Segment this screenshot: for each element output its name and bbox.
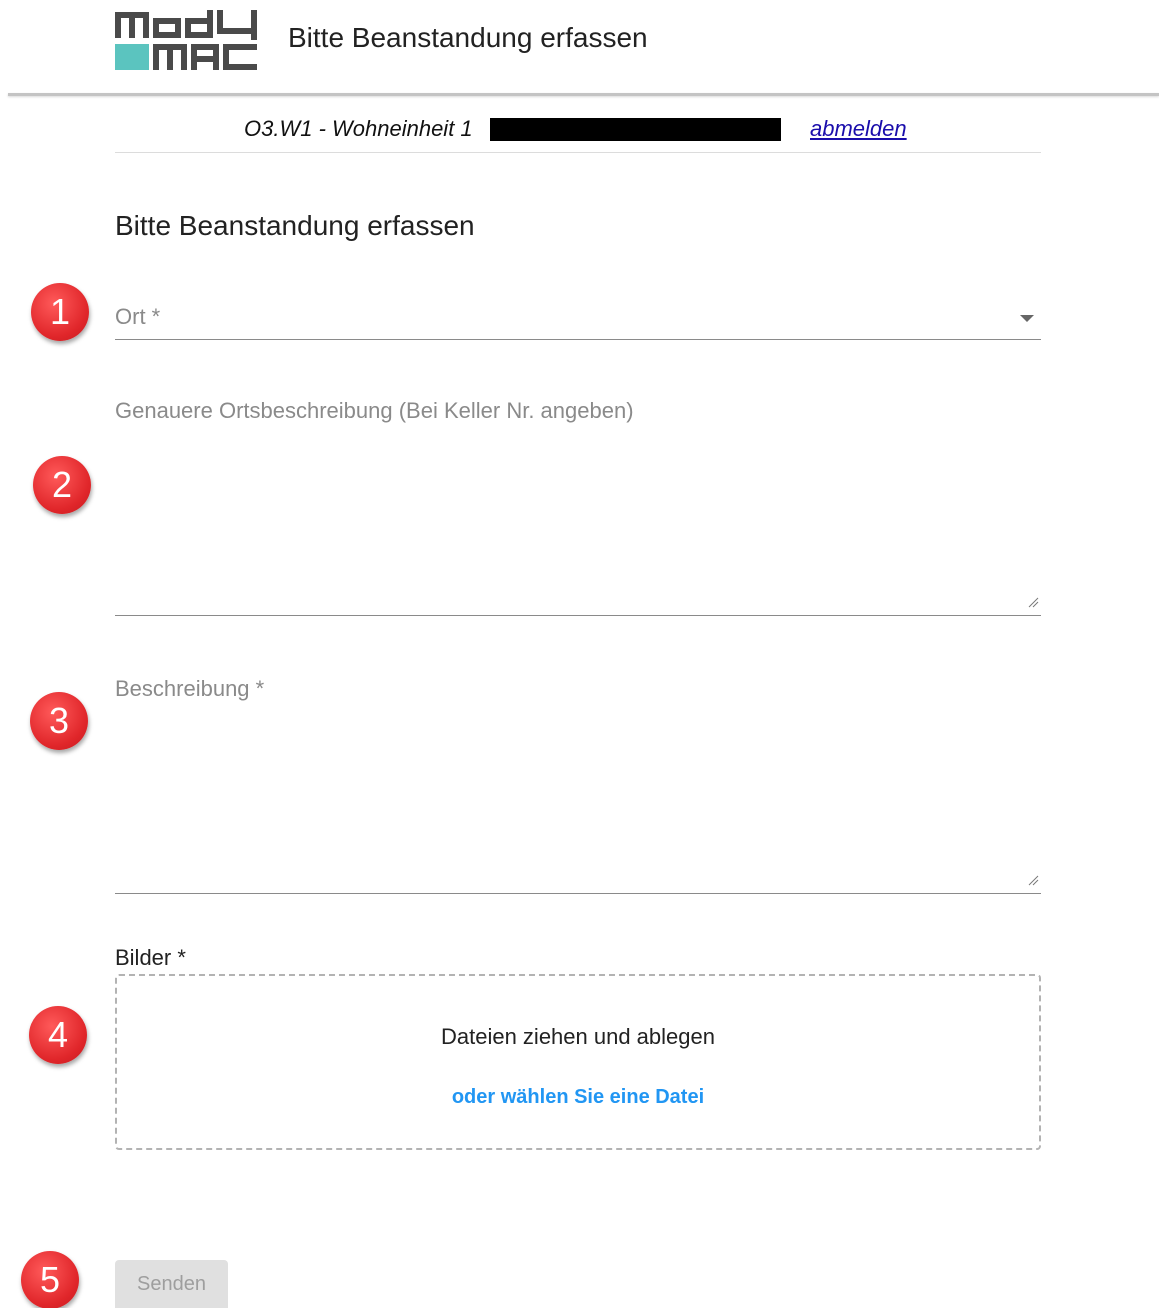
description-textarea[interactable]: Beschreibung * bbox=[115, 670, 1041, 893]
ort-select[interactable]: Ort * bbox=[115, 295, 1041, 340]
step-badge-1: 1 bbox=[31, 283, 89, 341]
location-description-underline bbox=[115, 615, 1041, 616]
page: Bitte Beanstandung erfassen O3.W1 - Wohn… bbox=[0, 0, 1159, 1308]
step-badge-3: 3 bbox=[30, 692, 88, 750]
redacted-name bbox=[490, 118, 781, 141]
resize-handle-icon[interactable] bbox=[1027, 874, 1039, 886]
choose-file-link[interactable]: oder wählen Sie eine Datei bbox=[117, 1086, 1039, 1109]
app-title: Bitte Beanstandung erfassen bbox=[288, 22, 648, 53]
step-badge-5: 5 bbox=[21, 1251, 79, 1308]
resize-handle-icon[interactable] bbox=[1027, 596, 1039, 608]
file-dropzone[interactable]: Dateien ziehen und ablegen oder wählen S… bbox=[115, 974, 1041, 1150]
description-label: Beschreibung * bbox=[115, 676, 265, 701]
step-badge-4: 4 bbox=[29, 1006, 87, 1064]
ort-label: Ort * bbox=[115, 304, 161, 329]
description-underline bbox=[115, 893, 1041, 894]
drop-text: Dateien ziehen und ablegen bbox=[440, 1024, 715, 1049]
submit-button[interactable]: Senden bbox=[115, 1260, 228, 1308]
app-header: Bitte Beanstandung erfassen bbox=[0, 0, 1159, 96]
header-divider bbox=[8, 93, 1159, 96]
ort-underline bbox=[115, 339, 1041, 340]
location-description-textarea[interactable]: Genauere Ortsbeschreibung (Bei Keller Nr… bbox=[115, 392, 1041, 615]
unit-bar: O3.W1 - Wohneinheit 1 abmelden bbox=[115, 112, 1041, 153]
location-description-label: Genauere Ortsbeschreibung (Bei Keller Nr… bbox=[115, 398, 634, 423]
unit-label: O3.W1 - Wohneinheit 1 bbox=[244, 116, 473, 141]
logout-link[interactable]: abmelden bbox=[810, 116, 907, 142]
form-title: Bitte Beanstandung erfassen bbox=[115, 210, 475, 241]
modymac-logo bbox=[115, 10, 257, 70]
dropdown-arrow-icon[interactable] bbox=[1020, 315, 1034, 322]
step-badge-2: 2 bbox=[33, 456, 91, 514]
images-label: Bilder * bbox=[115, 945, 186, 970]
